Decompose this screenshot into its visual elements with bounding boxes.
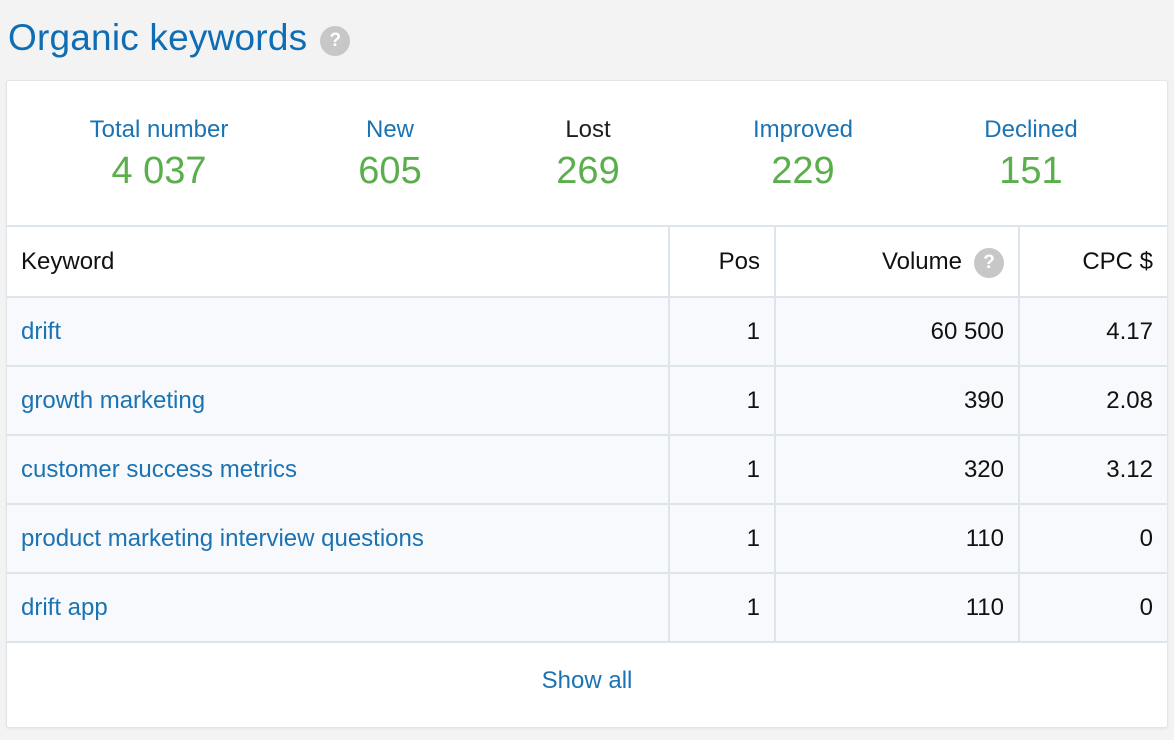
stat-total-label: Total number xyxy=(89,116,229,143)
pos-cell: 1 xyxy=(668,297,775,367)
stat-declined[interactable]: Declined 151 xyxy=(984,117,1077,193)
table-row: drift 1 60 500 4.17 xyxy=(7,297,1167,367)
show-all-link[interactable]: Show all xyxy=(542,667,633,695)
stat-improved[interactable]: Improved 229 xyxy=(753,117,853,193)
table-row: product marketing interview questions 1 … xyxy=(7,504,1167,574)
stat-lost-value: 269 xyxy=(556,150,620,192)
pos-cell: 1 xyxy=(668,435,775,505)
page-header: Organic keywords ? xyxy=(8,12,351,64)
volume-cell: 110 xyxy=(774,573,1019,643)
stat-improved-label: Improved xyxy=(752,116,854,143)
pos-cell: 1 xyxy=(668,366,775,436)
keyword-link[interactable]: growth marketing xyxy=(7,366,669,436)
stat-new-value: 605 xyxy=(358,150,422,192)
card-footer: Show all xyxy=(7,643,1167,721)
keyword-link[interactable]: product marketing interview questions xyxy=(7,504,669,574)
help-icon[interactable]: ? xyxy=(320,26,351,56)
keyword-link[interactable]: drift xyxy=(7,297,669,367)
column-header-keyword[interactable]: Keyword xyxy=(7,227,669,298)
table-row: drift app 1 110 0 xyxy=(7,573,1167,643)
keywords-table: Keyword Pos Volume ? CPC $ drift 1 60 50… xyxy=(7,227,1167,643)
keywords-card: Total number 4 037 New 605 Lost 269 Impr… xyxy=(6,80,1168,728)
table-row: customer success metrics 1 320 3.12 xyxy=(7,435,1167,505)
column-header-volume-label: Volume xyxy=(881,247,962,275)
stat-improved-value: 229 xyxy=(771,150,835,192)
keyword-link[interactable]: drift app xyxy=(7,573,669,643)
table-row: growth marketing 1 390 2.08 xyxy=(7,366,1167,436)
volume-cell: 320 xyxy=(774,435,1019,505)
page-title: Organic keywords xyxy=(8,17,308,58)
stat-declined-label: Declined xyxy=(984,116,1078,143)
stat-lost-label: Lost xyxy=(565,116,611,143)
volume-cell: 390 xyxy=(774,366,1019,436)
volume-cell: 110 xyxy=(774,504,1019,574)
stats-bar: Total number 4 037 New 605 Lost 269 Impr… xyxy=(7,81,1167,227)
cpc-cell: 2.08 xyxy=(1018,366,1167,436)
cpc-cell: 0 xyxy=(1018,504,1167,574)
stat-new[interactable]: New 605 xyxy=(358,117,421,193)
column-header-pos[interactable]: Pos xyxy=(668,227,775,298)
stat-total-value: 4 037 xyxy=(111,150,207,192)
stat-total[interactable]: Total number 4 037 xyxy=(90,117,229,193)
volume-cell: 60 500 xyxy=(774,297,1019,367)
stat-lost: Lost 269 xyxy=(556,117,619,193)
volume-help-icon[interactable]: ? xyxy=(974,247,1004,278)
stat-declined-value: 151 xyxy=(999,150,1063,192)
pos-cell: 1 xyxy=(668,504,775,574)
keyword-link[interactable]: customer success metrics xyxy=(7,435,669,505)
pos-cell: 1 xyxy=(668,573,775,643)
cpc-cell: 4.17 xyxy=(1018,297,1167,367)
cpc-cell: 3.12 xyxy=(1018,435,1167,505)
table-header-row: Keyword Pos Volume ? CPC $ xyxy=(7,227,1167,298)
column-header-volume[interactable]: Volume ? xyxy=(774,227,1019,298)
stat-new-label: New xyxy=(365,116,414,143)
cpc-cell: 0 xyxy=(1018,573,1167,643)
column-header-cpc[interactable]: CPC $ xyxy=(1018,227,1167,298)
